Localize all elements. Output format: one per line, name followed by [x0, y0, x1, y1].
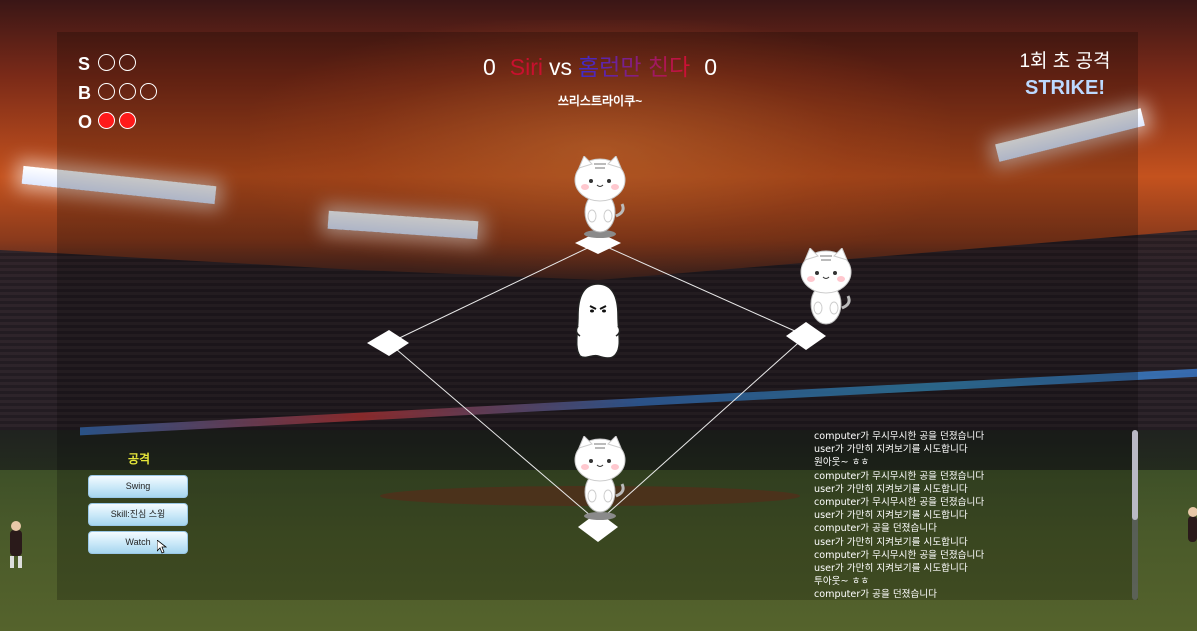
- controls-title: 공격: [127, 452, 151, 466]
- log-scrollbar[interactable]: [1132, 430, 1138, 600]
- log-line: user가 가만히 지켜보기를 시도합니다: [814, 536, 968, 548]
- skill-swing-button[interactable]: Skill:진심 스윙: [88, 503, 188, 526]
- log-scrollbar-thumb[interactable]: [1132, 430, 1138, 520]
- log-line: computer가 공을 던졌습니다: [814, 589, 937, 600]
- watch-button[interactable]: Watch: [88, 531, 188, 554]
- baseline-second-third: [388, 242, 599, 344]
- log-line: user가 가만히 지켜보기를 시도합니다: [814, 563, 968, 575]
- batter-cat-icon: [574, 436, 626, 520]
- runner-first-cat-icon: [800, 248, 852, 325]
- log-line: 원아웃~ ㅎㅎ: [814, 457, 870, 469]
- mouse-cursor-icon: [157, 540, 167, 554]
- log-line: computer가 공을 던졌습니다: [814, 523, 937, 535]
- third-base: [367, 330, 409, 356]
- runner-second-cat-icon: [574, 156, 626, 238]
- pitcher-ghost-icon: [575, 283, 621, 359]
- log-line: user가 가만히 지켜보기를 시도합니다: [814, 444, 968, 456]
- attack-controls: 공격 Swing Skill:진심 스윙 Watch: [88, 450, 190, 559]
- baseline-second-first: [597, 242, 807, 337]
- log-line: computer가 무시무시한 공을 던졌습니다: [814, 549, 985, 561]
- swing-button[interactable]: Swing: [88, 475, 188, 498]
- log-line: computer가 무시무시한 공을 던졌습니다: [814, 470, 985, 482]
- log-line: user가 가만히 지켜보기를 시도합니다: [814, 483, 968, 495]
- play-by-play-log[interactable]: computer가 무시무시한 공을 던졌습니다 user가 가만히 지켜보기를 …: [814, 430, 1124, 600]
- log-line: 투아웃~ ㅎㅎ: [814, 576, 870, 588]
- log-line: computer가 무시무시한 공을 던졌습니다: [814, 431, 985, 442]
- baseline-third-home: [388, 342, 599, 523]
- log-line: user가 가만히 지켜보기를 시도합니다: [814, 510, 968, 522]
- baseline-first-home: [597, 335, 807, 523]
- log-line: computer가 무시무시한 공을 던졌습니다: [814, 497, 985, 509]
